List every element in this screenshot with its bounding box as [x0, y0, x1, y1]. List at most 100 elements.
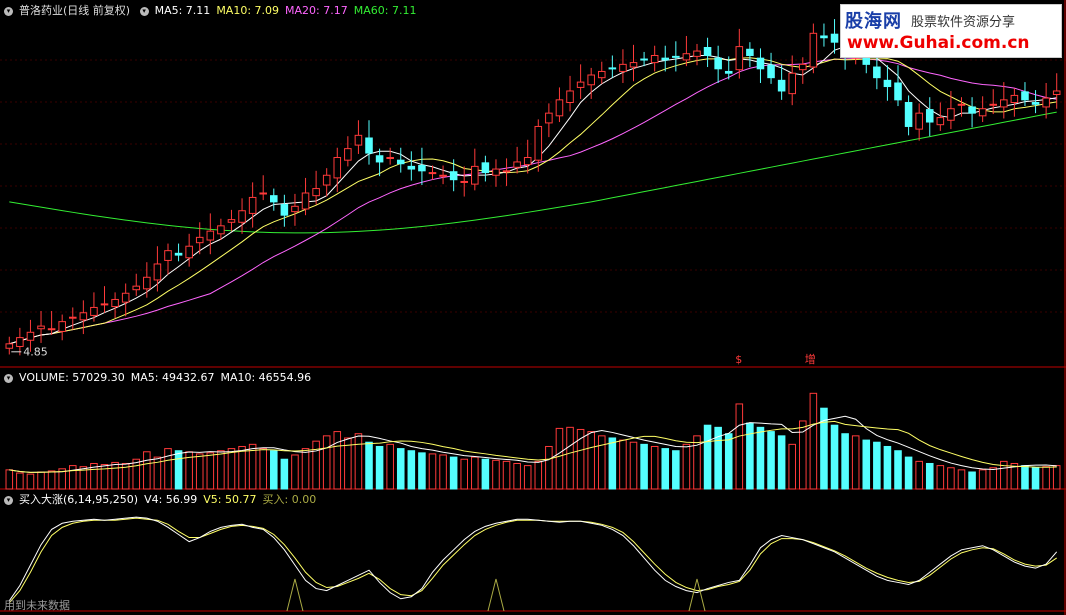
candle-body: [513, 161, 521, 168]
candle-body: [79, 312, 88, 321]
buy-readout: 买入: 0.00: [262, 493, 317, 506]
candle-body: [788, 72, 796, 95]
stock-name: 普洛药业(日线 前复权): [19, 4, 131, 17]
panel-menu-icon[interactable]: ▾: [4, 495, 13, 505]
volume-bar: [47, 470, 56, 490]
volume-bar: [280, 458, 289, 490]
candle-body: [799, 63, 807, 71]
volume-bar: [301, 448, 310, 490]
candle-body: [428, 172, 437, 175]
volume-bar: [143, 451, 151, 490]
candle-body: [894, 82, 902, 101]
volume-bar: [354, 433, 363, 490]
candle-body: [566, 90, 574, 104]
volume-bar: [873, 441, 881, 490]
candle-body: [333, 157, 342, 179]
volume-bar: [841, 433, 849, 490]
volume-bar: [851, 435, 860, 490]
candle-body: [608, 67, 617, 70]
volume-bar: [756, 426, 765, 490]
candle-body: [471, 165, 479, 185]
ma5-readout: MA5: 7.11: [154, 4, 211, 17]
candle-body: [132, 285, 141, 291]
volume-bar: [724, 433, 733, 490]
volume-bar: [1021, 465, 1029, 490]
volume-bar: [523, 465, 532, 490]
volume-bar: [947, 467, 955, 490]
volume-bar: [195, 453, 204, 490]
volume-bar: [619, 439, 627, 490]
candle-body: [248, 196, 257, 214]
candle-body: [904, 102, 913, 127]
candle-body: [1042, 97, 1050, 108]
candle-body: [26, 331, 35, 341]
candle-body: [365, 137, 373, 154]
vol-ma10-readout: MA10: 46554.96: [220, 371, 312, 384]
candle-body: [947, 108, 955, 121]
volume-bar: [259, 448, 267, 490]
candle-body: [576, 81, 585, 88]
candle-body: [227, 219, 236, 223]
candlestick-series: [5, 19, 1061, 356]
candle-body: [143, 276, 151, 290]
volume-bar: [312, 440, 320, 490]
candle-body: [217, 225, 225, 235]
candle-body: [1052, 90, 1061, 96]
candle-body: [978, 108, 987, 117]
volume-bar: [481, 458, 490, 490]
indicator-header: ▾ 买入大涨(6,14,95,250) V4: 56.99 V5: 50.77 买入: …: [4, 493, 322, 507]
volume-bar: [534, 460, 543, 490]
volume-bar: [502, 460, 511, 490]
candle-body: [280, 204, 289, 216]
indicator-lines: [8, 516, 1058, 604]
candle-body: [206, 230, 215, 241]
ma20-line: [9, 58, 1057, 345]
volume-bar: [682, 443, 691, 490]
logo-brand: 股海网: [845, 11, 902, 32]
price-header: ▾ 普洛药业(日线 前复权) ▾ MA5: 7.11 MA10: 7.09 MA20: …: [4, 4, 422, 18]
panel-menu-icon[interactable]: ▾: [139, 6, 149, 16]
volume-bar: [333, 431, 342, 490]
candle-body: [344, 148, 352, 161]
volume-bar: [735, 403, 744, 490]
candle-body: [502, 170, 511, 173]
candle-body: [767, 64, 775, 79]
future-data-note: 用到未来数据: [4, 599, 70, 612]
v5-readout: V5: 50.77: [203, 493, 257, 506]
volume-bar: [227, 448, 236, 490]
candle-body: [195, 236, 204, 244]
volume-bar: [925, 462, 934, 490]
candle-body: [5, 343, 14, 349]
candle-body: [555, 99, 564, 117]
volume-bar: [904, 456, 913, 490]
candle-body: [597, 70, 606, 79]
volume-bar: [587, 431, 595, 490]
candle-body: [301, 192, 310, 210]
candle-body: [1031, 102, 1040, 105]
volume-bar: [439, 454, 447, 490]
panel-menu-icon[interactable]: ▾: [4, 6, 13, 16]
candle-body: [883, 79, 892, 88]
volume-bar: [26, 473, 35, 490]
candle-body: [396, 159, 405, 165]
logo-url: www.Guhai.com.cn: [847, 33, 1030, 53]
candle-body: [682, 53, 691, 61]
volume-bar: [132, 458, 141, 490]
volume-bar: [746, 422, 754, 490]
volume-bar: [5, 469, 14, 490]
candle-body: [111, 298, 119, 308]
ma20-readout: MA20: 7.17: [285, 4, 348, 17]
volume-bar: [862, 439, 871, 490]
candle-body: [830, 33, 839, 43]
candle-body: [407, 165, 416, 170]
candle-body: [47, 328, 56, 331]
event-marker: 增: [805, 352, 816, 366]
volume-bar: [767, 431, 775, 490]
panel-menu-icon[interactable]: ▾: [4, 373, 13, 383]
volume-bar: [936, 465, 945, 490]
volume-bar: [386, 443, 394, 490]
candle-body: [650, 54, 659, 64]
candle-body: [375, 155, 384, 163]
candle-body: [100, 303, 109, 306]
candle-body: [121, 292, 130, 303]
